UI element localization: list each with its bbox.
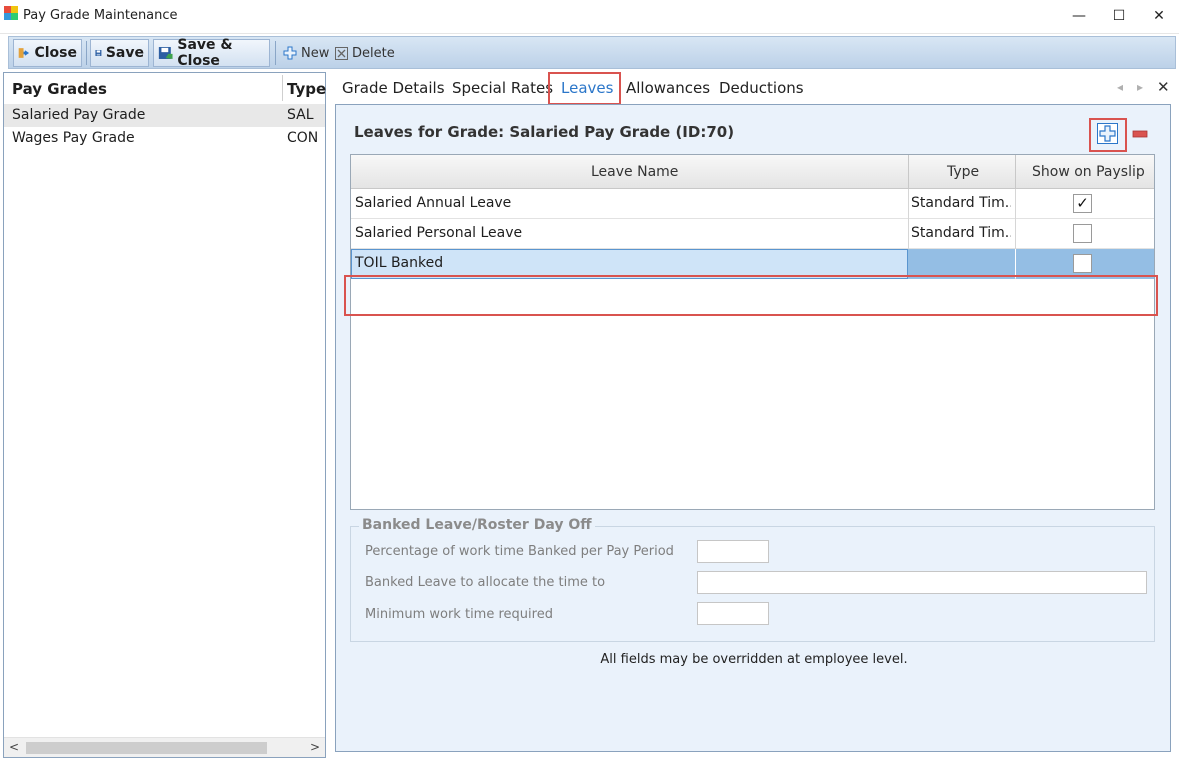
scrollbar-thumb[interactable] (26, 742, 267, 754)
banked-leave-label: Banked Leave to allocate the time to (365, 575, 606, 590)
banked-leave-select[interactable] (697, 571, 1147, 594)
tab-close-icon[interactable]: ✕ (1157, 78, 1170, 96)
save-button-label: Save (105, 45, 144, 61)
pay-grade-type: CON (287, 130, 319, 146)
leave-type[interactable]: Standard Tim... (911, 195, 1011, 211)
close-button-label: Close (34, 45, 77, 61)
pay-grade-name: Wages Pay Grade (12, 130, 135, 146)
show-on-payslip-checkbox[interactable] (1073, 254, 1092, 273)
type-column-header[interactable]: Type (947, 164, 979, 180)
minimum-work-time-label: Minimum work time required (365, 607, 553, 622)
toolbar-separator (86, 41, 87, 65)
selected-row-highlight (344, 275, 1158, 316)
floppy-disk-icon (95, 50, 102, 56)
tab-grade-details[interactable]: Grade Details (342, 79, 445, 97)
pay-grade-type: SAL (287, 107, 314, 123)
leave-row[interactable]: Salaried Annual Leave Standard Tim... ✓ (351, 189, 1154, 219)
banked-leave-group: Banked Leave/Roster Day Off Percentage o… (350, 517, 1155, 642)
pay-grades-column-header[interactable]: Pay Grades (12, 80, 107, 98)
banked-percentage-input[interactable] (697, 540, 769, 563)
tab-special-rates[interactable]: Special Rates (452, 79, 553, 97)
app-icon (4, 6, 18, 20)
save-close-button-label: Save & Close (177, 37, 233, 69)
close-button[interactable]: Close (13, 39, 82, 67)
cell-divider (908, 189, 909, 219)
grade-detail-panel: Grade Details Special Rates Leaves Allow… (330, 72, 1178, 758)
delete-x-icon (335, 46, 348, 60)
show-on-payslip-column-header[interactable]: Show on Payslip (1032, 164, 1145, 180)
type-column-header[interactable]: Type (287, 80, 326, 98)
tab-deductions[interactable]: Deductions (719, 79, 804, 97)
column-divider[interactable] (282, 75, 283, 101)
new-button-label: New (301, 45, 330, 61)
pay-grade-name: Salaried Pay Grade (12, 107, 146, 123)
minimum-work-time-input[interactable] (697, 602, 769, 625)
override-note: All fields may be overridden at employee… (600, 652, 908, 667)
show-on-payslip-checkbox[interactable]: ✓ (1073, 194, 1092, 213)
leave-name: Salaried Personal Leave (355, 225, 523, 241)
leaves-grid: Leave Name Type Show on Payslip Salaried… (350, 154, 1155, 510)
maximize-button[interactable]: ☐ (1107, 5, 1131, 27)
save-close-icon (158, 47, 173, 59)
remove-leave-button[interactable] (1131, 125, 1149, 143)
column-divider[interactable] (908, 155, 909, 189)
leaves-tab-content: Leaves for Grade: Salaried Pay Grade (ID… (335, 104, 1171, 752)
tab-allowances[interactable]: Allowances (626, 79, 710, 97)
plus-icon (283, 46, 297, 60)
new-button[interactable]: New (279, 39, 333, 67)
exit-icon (18, 48, 30, 58)
leave-name-column-header[interactable]: Leave Name (591, 164, 678, 180)
window-close-button[interactable]: ✕ (1147, 5, 1171, 27)
save-button[interactable]: Save (90, 39, 149, 67)
show-on-payslip-checkbox[interactable] (1073, 224, 1092, 243)
pay-grade-row[interactable]: Salaried Pay Grade SAL (4, 104, 325, 127)
banked-percentage-label: Percentage of work time Banked per Pay P… (365, 544, 674, 559)
minimize-button[interactable]: — (1067, 5, 1091, 27)
cell-divider (908, 219, 909, 249)
leave-name: Salaried Annual Leave (355, 195, 512, 211)
banked-leave-group-title: Banked Leave/Roster Day Off (359, 517, 595, 533)
cell-divider (1015, 219, 1016, 249)
plus-icon (1099, 125, 1116, 142)
pay-grades-panel: Pay Grades Type Salaried Pay Grade SAL W… (3, 72, 326, 758)
column-divider[interactable] (1015, 155, 1016, 189)
delete-button[interactable]: Delete (331, 39, 399, 67)
leave-name: TOIL Banked (355, 255, 444, 271)
add-leave-button[interactable] (1097, 123, 1118, 144)
toolbar-separator (275, 41, 276, 65)
leave-type[interactable]: Standard Tim... (911, 225, 1011, 241)
pay-grades-header: Pay Grades Type (4, 73, 326, 103)
cell-divider (1015, 189, 1016, 219)
horizontal-scrollbar[interactable]: < > (4, 737, 325, 757)
scroll-left-icon[interactable]: < (6, 739, 22, 756)
tab-next-icon[interactable]: ▸ (1137, 80, 1143, 94)
delete-button-label: Delete (352, 45, 395, 61)
leave-row[interactable]: Salaried Personal Leave Standard Tim... (351, 219, 1154, 249)
tab-prev-icon[interactable]: ◂ (1117, 80, 1123, 94)
pay-grade-row[interactable]: Wages Pay Grade CON (4, 127, 325, 150)
leaves-tab-highlight (548, 72, 621, 105)
leaves-grid-header: Leave Name Type Show on Payslip (351, 155, 1154, 189)
tab-strip: Grade Details Special Rates Leaves Allow… (330, 72, 1178, 105)
window-title: Pay Grade Maintenance (23, 8, 178, 23)
leaves-section-title: Leaves for Grade: Salaried Pay Grade (ID… (354, 123, 735, 141)
scroll-right-icon[interactable]: > (307, 739, 323, 756)
toolbar: Close Save Save & Close New Delete (8, 36, 1176, 69)
window-titlebar: Pay Grade Maintenance — ☐ ✕ (0, 0, 1179, 34)
save-close-button[interactable]: Save & Close (153, 37, 270, 69)
